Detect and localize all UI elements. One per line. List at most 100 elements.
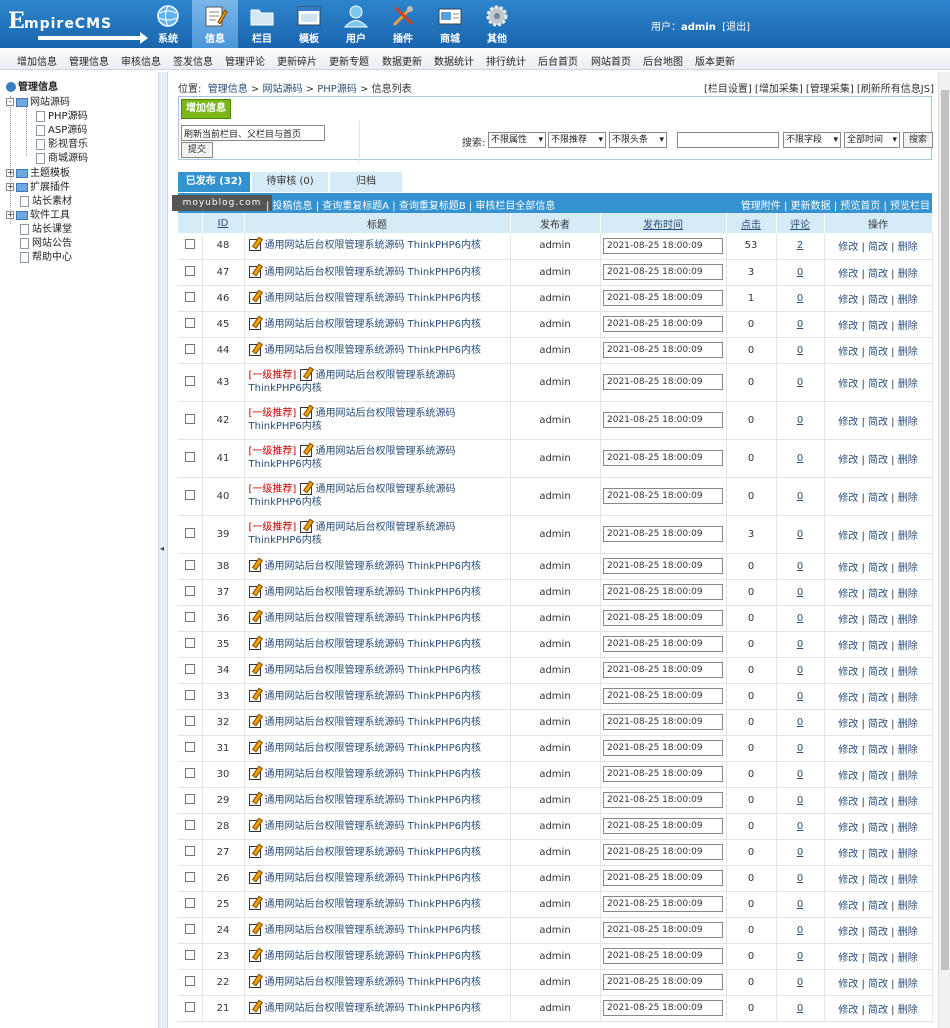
row-title-link[interactable]: 通用网站后台权限管理系统源码 ThinkPHP6内核 (265, 240, 481, 251)
row-title-link[interactable]: 通用网站后台权限管理系统源码 ThinkPHP6内核 (265, 951, 481, 962)
delete-link[interactable]: 删除 (898, 563, 918, 574)
submenu-item[interactable]: 数据更新 (382, 53, 422, 68)
quick-edit-link[interactable]: 简改 (868, 875, 888, 886)
tree-item-asp[interactable]: ASP源码 (36, 121, 87, 136)
row-checkbox[interactable] (184, 845, 195, 856)
row-checkbox[interactable] (184, 741, 195, 752)
tree-root[interactable]: 管理信息 (6, 78, 58, 93)
nav-shop[interactable]: 商城 (427, 0, 473, 48)
edit-link[interactable]: 修改 (838, 493, 858, 504)
row-checkbox[interactable] (184, 715, 195, 726)
edit-icon[interactable] (248, 819, 261, 832)
edit-icon[interactable] (299, 407, 312, 419)
headline-select[interactable]: 不限头条 (609, 132, 667, 148)
quick-edit-link[interactable]: 简改 (868, 719, 888, 730)
row-time-field[interactable]: 2021-08-25 18:00:09 (603, 316, 723, 332)
edit-link[interactable]: 修改 (838, 901, 858, 912)
submenu-item[interactable]: 审核信息 (121, 53, 161, 68)
edit-link[interactable]: 修改 (838, 953, 858, 964)
row-checkbox[interactable] (184, 689, 195, 700)
submenu-item[interactable]: 增加信息 (17, 53, 57, 68)
row-comments-link[interactable]: 0 (797, 847, 803, 858)
row-time-field[interactable]: 2021-08-25 18:00:09 (603, 488, 723, 504)
row-checkbox[interactable] (184, 265, 195, 276)
row-title-link[interactable]: 通用网站后台权限管理系统源码 ThinkPHP6内核 (265, 267, 481, 278)
quick-edit-link[interactable]: 简改 (868, 379, 888, 390)
row-time-field[interactable]: 2021-08-25 18:00:09 (603, 714, 723, 730)
row-time-field[interactable]: 2021-08-25 18:00:09 (603, 636, 723, 652)
nav-column[interactable]: 栏目 (239, 0, 285, 48)
scrollbar-thumb[interactable] (941, 90, 949, 970)
delete-link[interactable]: 删除 (898, 641, 918, 652)
edit-icon[interactable] (248, 767, 261, 780)
delete-link[interactable]: 删除 (898, 242, 918, 253)
quick-edit-link[interactable]: 简改 (868, 771, 888, 782)
row-checkbox[interactable] (184, 975, 195, 986)
nav-plugin[interactable]: 插件 (380, 0, 426, 48)
delete-link[interactable]: 删除 (898, 269, 918, 280)
edit-link[interactable]: 修改 (838, 771, 858, 782)
panel-splitter[interactable]: ◂ (158, 72, 168, 1028)
row-checkbox[interactable] (184, 897, 195, 908)
row-title-link[interactable]: 通用网站后台权限管理系统源码 ThinkPHP6内核 (265, 691, 481, 702)
crumb-link[interactable]: PHP源码 (317, 84, 357, 95)
tree-item-site-source[interactable]: - 网站源码 (6, 93, 70, 108)
row-title-link[interactable]: 通用网站后台权限管理系统源码 ThinkPHP6内核 (265, 1003, 481, 1014)
quick-edit-link[interactable]: 简改 (868, 797, 888, 808)
tab-pending[interactable]: 待审核 (0) (252, 172, 328, 192)
quick-edit-link[interactable]: 简改 (868, 615, 888, 626)
row-title-link[interactable]: 通用网站后台权限管理系统源码 ThinkPHP6内核 (265, 795, 481, 806)
row-title-link[interactable]: 通用网站后台权限管理系统源码 ThinkPHP6内核 (265, 873, 481, 884)
tree-item-notice[interactable]: 网站公告 (20, 234, 72, 249)
edit-link[interactable]: 修改 (838, 641, 858, 652)
edit-icon[interactable] (248, 291, 261, 304)
row-comments-link[interactable]: 0 (797, 951, 803, 962)
delete-link[interactable]: 删除 (898, 379, 918, 390)
row-time-field[interactable]: 2021-08-25 18:00:09 (603, 558, 723, 574)
edit-icon[interactable] (299, 521, 312, 533)
row-comments-link[interactable]: 0 (797, 899, 803, 910)
edit-link[interactable]: 修改 (838, 455, 858, 466)
tree-item-theme[interactable]: + 主题模板 (6, 164, 70, 179)
edit-icon[interactable] (248, 975, 261, 988)
delete-link[interactable]: 删除 (898, 1005, 918, 1016)
row-comments-link[interactable]: 0 (797, 587, 803, 598)
tree-item-classroom[interactable]: 站长课堂 (20, 220, 72, 235)
edit-link[interactable]: 修改 (838, 693, 858, 704)
row-checkbox[interactable] (184, 819, 195, 830)
nav-info[interactable]: 信息 (192, 0, 238, 48)
edit-icon[interactable] (248, 715, 261, 728)
row-comments-link[interactable]: 0 (797, 821, 803, 832)
submenu-item[interactable]: 更新专题 (329, 53, 369, 68)
submenu-item[interactable]: 数据统计 (434, 53, 474, 68)
edit-link[interactable]: 修改 (838, 1005, 858, 1016)
recommend-select[interactable]: 不限推荐 (548, 132, 606, 148)
row-checkbox[interactable] (184, 767, 195, 778)
edit-link[interactable]: 修改 (838, 797, 858, 808)
row-checkbox[interactable] (184, 637, 195, 648)
row-title-link[interactable]: 通用网站后台权限管理系统源码 ThinkPHP6内核 (265, 821, 481, 832)
row-time-field[interactable]: 2021-08-25 18:00:09 (603, 870, 723, 886)
edit-icon[interactable] (248, 265, 261, 278)
row-title-link[interactable]: 通用网站后台权限管理系统源码 ThinkPHP6内核 (265, 639, 481, 650)
edit-icon[interactable] (248, 923, 261, 936)
edit-icon[interactable] (248, 317, 261, 330)
edit-icon[interactable] (248, 793, 261, 806)
edit-link[interactable]: 修改 (838, 667, 858, 678)
delete-link[interactable]: 删除 (898, 347, 918, 358)
row-comments-link[interactable]: 0 (797, 639, 803, 650)
nav-template[interactable]: 模板 (286, 0, 332, 48)
row-comments-link[interactable]: 0 (797, 415, 803, 426)
crumb-link[interactable]: 网站源码 (262, 84, 302, 95)
submenu-item[interactable]: 后台地图 (643, 53, 683, 68)
tab-published[interactable]: 已发布 (32) (178, 172, 250, 192)
row-comments-link[interactable]: 0 (797, 377, 803, 388)
row-time-field[interactable]: 2021-08-25 18:00:09 (603, 342, 723, 358)
delete-link[interactable]: 删除 (898, 797, 918, 808)
edit-icon[interactable] (248, 1001, 261, 1014)
time-select[interactable]: 全部时间 (844, 132, 900, 148)
row-title-link[interactable]: 通用网站后台权限管理系统源码 ThinkPHP6内核 (265, 293, 481, 304)
tree-item-plugin[interactable]: + 扩展插件 (6, 178, 70, 193)
edit-link[interactable]: 修改 (838, 875, 858, 886)
quick-edit-link[interactable]: 简改 (868, 927, 888, 938)
